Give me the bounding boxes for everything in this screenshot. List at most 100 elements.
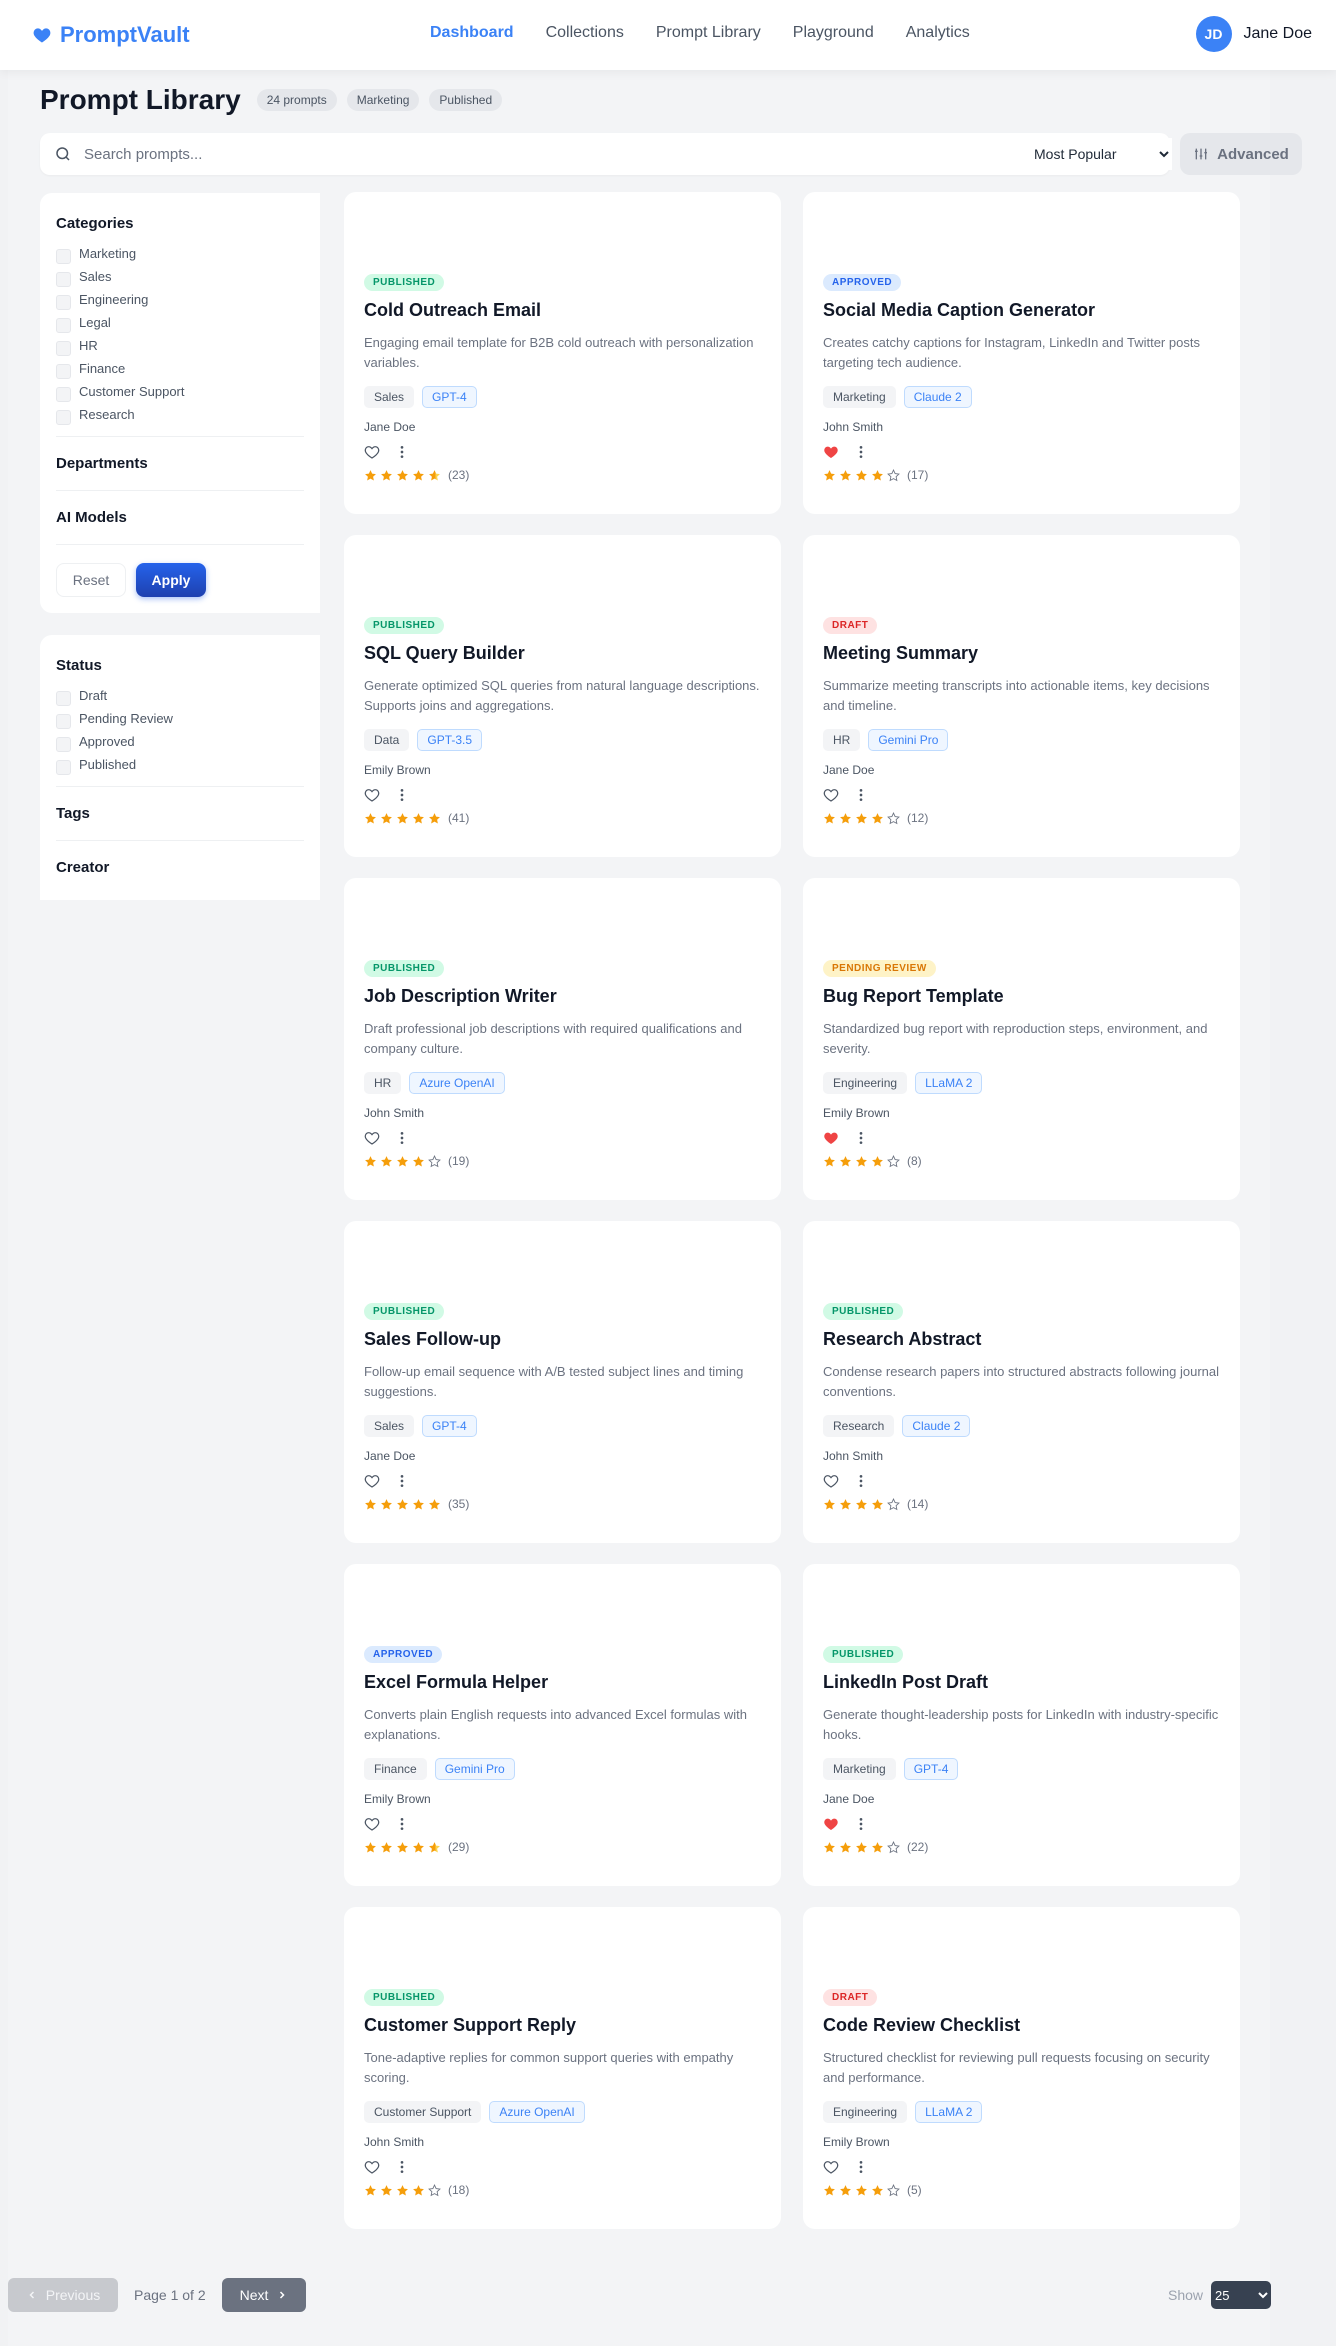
model-tag[interactable]: LLaMA 2 — [915, 1072, 983, 1094]
category-option[interactable]: Finance — [56, 357, 304, 380]
checkbox[interactable] — [56, 272, 71, 287]
category-tag[interactable]: Finance — [364, 1758, 427, 1780]
card-title[interactable]: Excel Formula Helper — [364, 1672, 761, 1693]
prompt-card[interactable]: DRAFT Meeting Summary Summarize meeting tr… — [803, 535, 1240, 857]
prompt-card[interactable]: PUBLISHED LinkedIn Post Draft Generate tho… — [803, 1564, 1240, 1886]
user-menu[interactable]: JD Jane Doe — [1195, 16, 1312, 52]
category-option[interactable]: Customer Support — [56, 380, 304, 403]
page-size-select[interactable]: 25 — [1211, 2281, 1271, 2309]
category-tag[interactable]: Marketing — [823, 1758, 896, 1780]
checkbox[interactable] — [56, 295, 71, 310]
card-title[interactable]: Cold Outreach Email — [364, 300, 761, 321]
heart-outline-icon[interactable] — [823, 787, 839, 803]
model-tag[interactable]: Azure OpenAI — [489, 2101, 585, 2123]
card-title[interactable]: Meeting Summary — [823, 643, 1220, 664]
nav-dashboard[interactable]: Dashboard — [430, 24, 514, 42]
status-option[interactable]: Approved — [56, 730, 304, 753]
departments-section[interactable]: Departments — [56, 455, 304, 472]
category-tag[interactable]: Data — [364, 729, 410, 751]
ai-models-section[interactable]: AI Models — [56, 509, 304, 526]
search-input[interactable] — [84, 145, 984, 163]
reset-button[interactable]: Reset — [56, 563, 126, 597]
more-vertical-icon[interactable] — [853, 444, 869, 460]
model-tag[interactable]: Gemini Pro — [868, 729, 949, 751]
checkbox[interactable] — [56, 364, 71, 379]
category-tag[interactable]: HR — [823, 729, 861, 751]
prompt-card[interactable]: PUBLISHED SQL Query Builder Generate optim… — [344, 535, 781, 857]
card-title[interactable]: Bug Report Template — [823, 986, 1220, 1007]
checkbox[interactable] — [56, 737, 71, 752]
apply-button[interactable]: Apply — [136, 563, 206, 597]
category-option[interactable]: Engineering — [56, 288, 304, 311]
sort-select[interactable]: Most Popular — [1030, 138, 1172, 170]
more-vertical-icon[interactable] — [394, 1816, 410, 1832]
category-tag[interactable]: Marketing — [823, 386, 896, 408]
more-vertical-icon[interactable] — [394, 787, 410, 803]
model-tag[interactable]: LLaMA 2 — [915, 2101, 983, 2123]
model-tag[interactable]: Claude 2 — [903, 386, 972, 408]
nav-playground[interactable]: Playground — [793, 24, 874, 42]
model-tag[interactable]: GPT-3.5 — [417, 729, 483, 751]
heart-outline-icon[interactable] — [364, 787, 380, 803]
model-tag[interactable]: GPT-4 — [422, 1415, 477, 1437]
category-tag[interactable]: HR — [364, 1072, 402, 1094]
prompt-card[interactable]: PENDING REVIEW Bug Report Template Standar… — [803, 878, 1240, 1200]
model-tag[interactable]: Claude 2 — [902, 1415, 971, 1437]
category-tag[interactable]: Sales — [364, 386, 415, 408]
heart-outline-icon[interactable] — [364, 2159, 380, 2175]
category-tag[interactable]: Customer Support — [364, 2101, 482, 2123]
category-option[interactable]: Marketing — [56, 242, 304, 265]
model-tag[interactable]: GPT-4 — [422, 386, 477, 408]
more-vertical-icon[interactable] — [853, 1130, 869, 1146]
status-option[interactable]: Pending Review — [56, 707, 304, 730]
prompt-card[interactable]: APPROVED Social Media Caption Generator Cr… — [803, 192, 1240, 514]
prompt-card[interactable]: PUBLISHED Cold Outreach Email Engaging ema… — [344, 192, 781, 514]
model-tag[interactable]: Gemini Pro — [434, 1758, 515, 1780]
more-vertical-icon[interactable] — [853, 787, 869, 803]
prompt-card[interactable]: PUBLISHED Research Abstract Condense resea… — [803, 1221, 1240, 1543]
heart-outline-icon[interactable] — [364, 1473, 380, 1489]
nav-prompt-library[interactable]: Prompt Library — [656, 24, 761, 42]
more-vertical-icon[interactable] — [394, 444, 410, 460]
status-option[interactable]: Draft — [56, 684, 304, 707]
checkbox[interactable] — [56, 341, 71, 356]
card-title[interactable]: LinkedIn Post Draft — [823, 1672, 1220, 1693]
card-title[interactable]: Customer Support Reply — [364, 2015, 761, 2036]
checkbox[interactable] — [56, 410, 71, 425]
previous-button[interactable]: Previous — [8, 2278, 118, 2312]
model-tag[interactable]: GPT-4 — [903, 1758, 959, 1780]
checkbox[interactable] — [56, 318, 71, 333]
filter-chip-marketing[interactable]: Marketing — [346, 89, 420, 111]
prompt-card[interactable]: APPROVED Excel Formula Helper Converts pla… — [344, 1564, 781, 1886]
heart-filled-icon[interactable] — [823, 1130, 839, 1146]
category-tag[interactable]: Engineering — [823, 2101, 908, 2123]
app-logo[interactable]: PromptVault — [32, 22, 190, 48]
nav-analytics[interactable]: Analytics — [906, 24, 970, 42]
category-option[interactable]: HR — [56, 334, 304, 357]
model-tag[interactable]: Azure OpenAI — [409, 1072, 505, 1094]
card-title[interactable]: Research Abstract — [823, 1329, 1220, 1350]
category-option[interactable]: Sales — [56, 265, 304, 288]
category-option[interactable]: Legal — [56, 311, 304, 334]
checkbox[interactable] — [56, 387, 71, 402]
checkbox[interactable] — [56, 760, 71, 775]
heart-outline-icon[interactable] — [823, 1473, 839, 1489]
checkbox[interactable] — [56, 249, 71, 264]
prompt-card[interactable]: PUBLISHED Customer Support Reply Tone-adap… — [344, 1907, 781, 2229]
prompt-card[interactable]: PUBLISHED Job Description Writer Draft pro… — [344, 878, 781, 1200]
heart-outline-icon[interactable] — [364, 444, 380, 460]
card-title[interactable]: Social Media Caption Generator — [823, 300, 1220, 321]
status-option[interactable]: Published — [56, 753, 304, 776]
category-tag[interactable]: Sales — [364, 1415, 415, 1437]
next-button[interactable]: Next — [222, 2278, 306, 2312]
heart-filled-icon[interactable] — [823, 1816, 839, 1832]
card-title[interactable]: Job Description Writer — [364, 986, 761, 1007]
category-tag[interactable]: Research — [823, 1415, 895, 1437]
card-title[interactable]: SQL Query Builder — [364, 643, 761, 664]
heart-outline-icon[interactable] — [364, 1130, 380, 1146]
more-vertical-icon[interactable] — [853, 2159, 869, 2175]
more-vertical-icon[interactable] — [853, 1816, 869, 1832]
advanced-filter-button[interactable]: Advanced — [1180, 133, 1302, 175]
checkbox[interactable] — [56, 714, 71, 729]
tags-section[interactable]: Tags — [56, 805, 304, 822]
